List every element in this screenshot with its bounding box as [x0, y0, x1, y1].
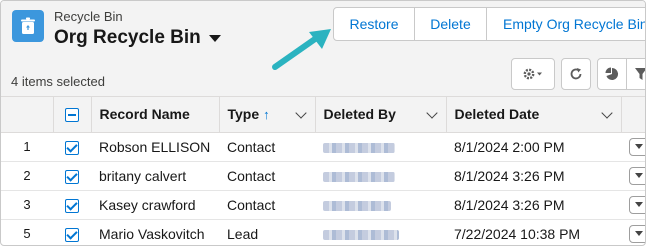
gear-icon [523, 68, 542, 80]
row-number: 5 [1, 219, 53, 245]
record-name: Kasey crawford [91, 190, 219, 220]
table-header-row: Record Name Type ↑ Deleted By Deleted Dat… [1, 97, 645, 133]
row-number-header [1, 97, 54, 133]
chevron-down-icon[interactable] [294, 107, 307, 119]
filter-icon [635, 68, 645, 80]
recycle-bin-table: Record Name Type ↑ Deleted By Deleted Dat… [1, 97, 645, 245]
deleted-date: 8/1/2024 3:26 PM [446, 190, 621, 220]
row-actions-cell [621, 132, 645, 162]
row-checkbox[interactable] [65, 140, 79, 155]
row-number: 2 [1, 161, 53, 191]
row-checkbox[interactable] [65, 198, 79, 213]
column-header-type[interactable]: Type ↑ [219, 97, 316, 133]
chart-icon [605, 67, 619, 80]
refresh-button[interactable] [561, 58, 591, 90]
recycle-bin-panel: Recycle Bin Org Recycle Bin 4 items sele… [0, 0, 646, 246]
empty-recycle-bin-button[interactable]: Empty Org Recycle Bin [486, 7, 645, 41]
row-actions-cell [621, 219, 645, 245]
record-name: Mario Vaskovitch [91, 219, 219, 245]
select-all-cell [53, 97, 92, 133]
delete-button[interactable]: Delete [414, 7, 487, 41]
row-select-cell [53, 190, 91, 220]
page-title: Org Recycle Bin [54, 27, 201, 48]
list-settings-button[interactable] [511, 58, 555, 90]
record-name: britany calvert [91, 161, 219, 191]
row-select-cell [53, 132, 91, 162]
restore-button[interactable]: Restore [333, 7, 415, 41]
action-button-group: Restore Delete Empty Org Recycle Bin [333, 7, 645, 41]
deleted-date: 8/1/2024 2:00 PM [446, 132, 621, 162]
row-actions-cell [621, 161, 645, 191]
row-action-menu-button[interactable] [629, 224, 645, 243]
annotation-arrow-icon [272, 29, 331, 70]
redacted-name [323, 200, 391, 211]
column-header-deleted-date[interactable]: Deleted Date [446, 97, 622, 133]
column-label: Record Name [99, 106, 190, 123]
row-number: 1 [1, 132, 53, 162]
row-checkbox[interactable] [65, 169, 79, 184]
redacted-name [323, 142, 395, 153]
row-select-cell [53, 219, 91, 245]
record-type: Contact [219, 132, 315, 162]
row-action-menu-button[interactable] [629, 195, 645, 214]
table-row: 2 britany calvert Contact 8/1/2024 3:26 … [1, 161, 645, 191]
recycle-bin-icon [12, 10, 44, 42]
breadcrumb: Recycle Bin [54, 9, 123, 24]
chevron-down-icon[interactable] [425, 107, 438, 119]
column-header-record-name[interactable]: Record Name [91, 97, 220, 133]
record-type: Contact [219, 161, 315, 191]
row-action-menu-button[interactable] [629, 166, 645, 185]
record-type: Lead [219, 219, 315, 245]
deleted-date: 7/22/2024 10:38 PM [446, 219, 621, 245]
row-select-cell [53, 161, 91, 191]
deleted-by [315, 190, 446, 220]
row-number: 3 [1, 190, 53, 220]
redacted-name [323, 229, 399, 240]
record-type: Contact [219, 190, 315, 220]
column-label: Deleted Date [454, 106, 540, 123]
column-header-deleted-by[interactable]: Deleted By [315, 97, 447, 133]
table-row: 1 Robson ELLISON Contact 8/1/2024 2:00 P… [1, 132, 645, 162]
row-action-menu-button[interactable] [629, 137, 645, 156]
column-label: Deleted By [323, 106, 396, 123]
row-checkbox[interactable] [65, 227, 79, 242]
record-name: Robson ELLISON [91, 132, 219, 162]
chevron-down-icon[interactable] [600, 107, 613, 119]
list-view-switcher[interactable]: Org Recycle Bin [54, 27, 221, 49]
sort-ascending-icon[interactable]: ↑ [263, 107, 270, 122]
column-label: Type [227, 106, 260, 123]
redacted-name [323, 171, 395, 182]
deleted-date: 8/1/2024 3:26 PM [446, 161, 621, 191]
chart-button[interactable] [597, 58, 627, 90]
row-actions-header [621, 97, 645, 133]
page-header: Recycle Bin Org Recycle Bin 4 items sele… [1, 1, 645, 97]
select-all-checkbox[interactable] [65, 108, 79, 123]
row-actions-cell [621, 190, 645, 220]
selected-count: 4 items selected [11, 74, 105, 89]
filter-button[interactable] [626, 58, 645, 90]
table-row: 5 Mario Vaskovitch Lead 7/22/2024 10:38 … [1, 219, 645, 245]
deleted-by [315, 132, 446, 162]
deleted-by [315, 161, 446, 191]
caret-down-icon[interactable] [208, 34, 221, 42]
deleted-by [315, 219, 446, 245]
table-row: 3 Kasey crawford Contact 8/1/2024 3:26 P… [1, 190, 645, 220]
refresh-icon [570, 68, 582, 80]
